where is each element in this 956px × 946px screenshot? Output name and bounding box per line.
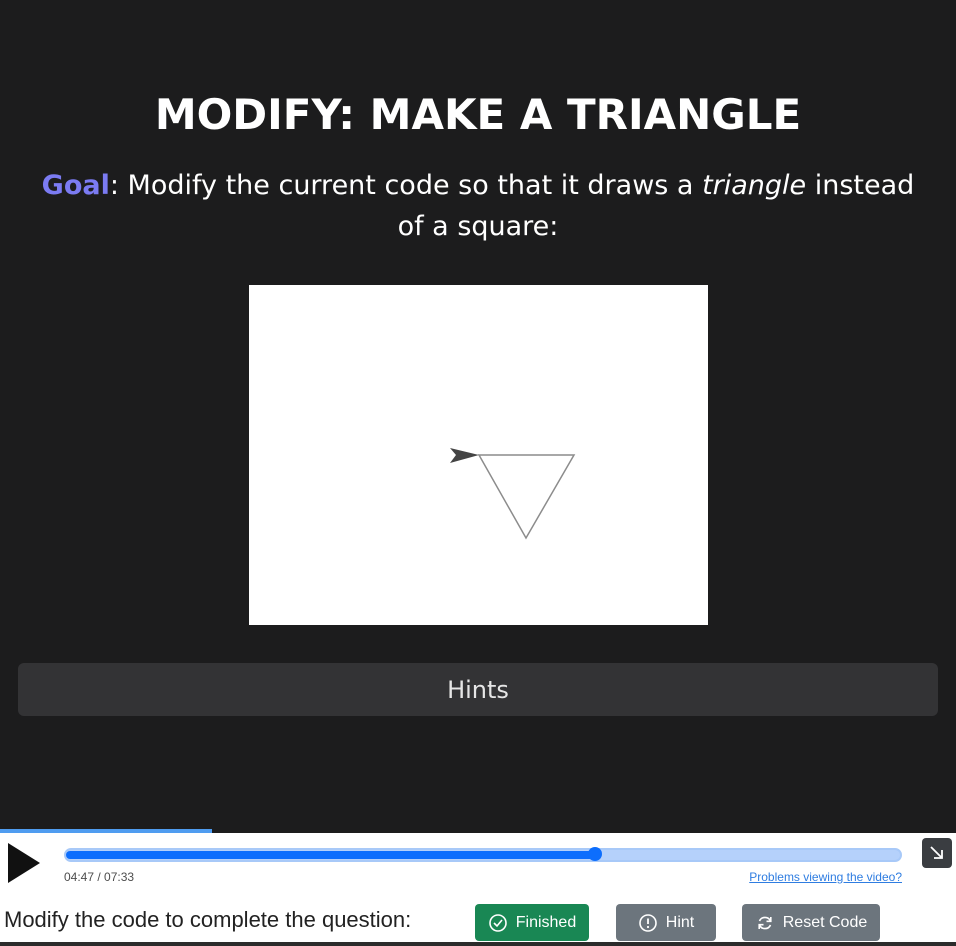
problems-viewing-link[interactable]: Problems viewing the video? [749, 870, 902, 884]
video-time-separator: / [94, 870, 105, 884]
refresh-icon [758, 916, 772, 929]
play-icon [8, 843, 40, 883]
reset-code-button-label: Reset Code [782, 913, 868, 931]
turtle-arrow-icon [450, 448, 479, 463]
goal-description: Goal: Modify the current code so that it… [30, 165, 926, 247]
video-player-bar: 04:47 / 07:33 Problems viewing the video… [0, 833, 956, 946]
hints-button[interactable]: Hints [18, 663, 938, 716]
video-progress-fill [66, 851, 595, 859]
video-progress-thumb[interactable] [588, 847, 602, 861]
goal-text-before: : Modify the current code so that it dra… [109, 170, 703, 201]
arrow-down-right-icon [930, 846, 943, 859]
finished-button[interactable]: Finished [475, 904, 589, 941]
expand-button[interactable] [922, 838, 952, 868]
hint-button-label: Hint [665, 913, 695, 931]
check-circle-icon [488, 913, 507, 932]
exclamation-circle-icon [638, 913, 657, 932]
video-time: 04:47 / 07:33 [64, 870, 134, 884]
video-current-time: 04:47 [64, 870, 95, 884]
finished-button-label: Finished [515, 913, 577, 931]
page-title: MODIFY: MAKE A TRIANGLE [154, 90, 802, 139]
play-button[interactable] [6, 841, 42, 885]
video-progress-track[interactable] [64, 847, 902, 862]
hint-button[interactable]: Hint [616, 904, 716, 941]
reset-code-button[interactable]: Reset Code [742, 904, 880, 941]
turtle-drawing [450, 448, 576, 540]
video-total-time: 07:33 [104, 870, 135, 884]
goal-label: Goal [41, 170, 110, 201]
goal-text-emphasis: triangle [702, 170, 807, 201]
triangle-shape [477, 454, 576, 540]
instruction-text: Modify the code to complete the question… [4, 907, 412, 932]
turtle-output-canvas [249, 285, 708, 625]
bottom-divider [0, 942, 956, 946]
